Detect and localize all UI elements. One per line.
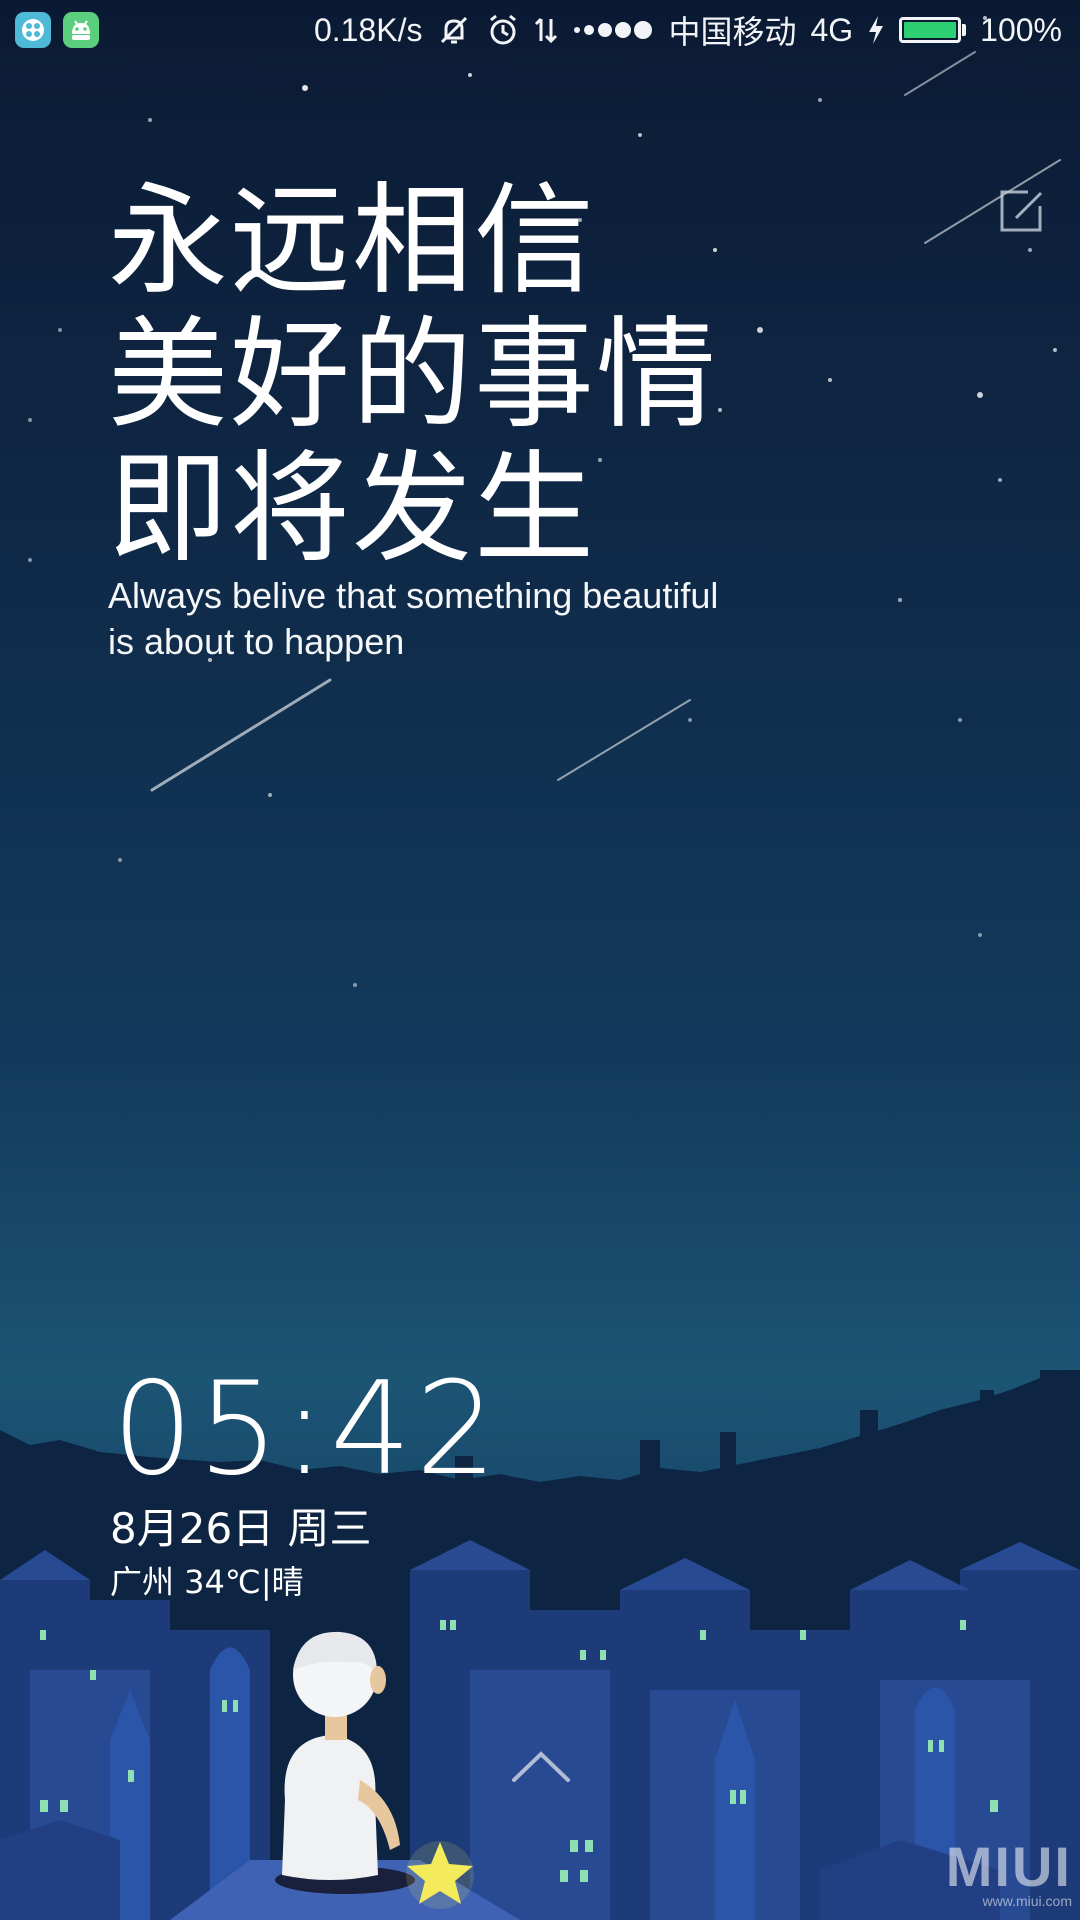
weather-text: 广州 34℃|晴 — [110, 1563, 304, 1601]
quote-en-line: Always belive that something beautiful — [108, 575, 719, 616]
data-transfer-icon — [534, 13, 558, 47]
chevron-up-icon[interactable] — [510, 1748, 572, 1784]
battery-icon — [899, 17, 967, 43]
edit-icon[interactable] — [998, 188, 1044, 234]
net-speed: 0.18K/s — [313, 11, 423, 48]
status-right-group: 0.18K/s 中国移动 4G 100% — [313, 10, 1062, 51]
android-app-icon — [63, 12, 99, 48]
game-app-icon — [15, 12, 51, 48]
quote-cn-line: 美好的事情 — [108, 306, 718, 445]
quote-en-line: is about to happen — [108, 621, 405, 662]
charging-bolt-icon — [867, 14, 885, 46]
quote-cn-line: 即将发生 — [108, 440, 596, 579]
status-bar: 0.18K/s 中国移动 4G 100% — [0, 0, 1080, 60]
quote-chinese: 永远相信 美好的事情 即将发生 — [108, 175, 718, 577]
alarm-icon — [486, 13, 520, 47]
carrier-name: 中国移动 — [668, 14, 797, 50]
quote-english: Always belive that something beautiful i… — [108, 573, 748, 665]
signal-dots-icon — [572, 18, 654, 42]
miui-watermark: MIUI www.miui.com — [945, 1835, 1072, 1909]
clock-time: 05:42 — [112, 1355, 501, 1504]
date-text: 8月26日 周三 — [110, 1504, 372, 1553]
lock-screen: 0.18K/s 中国移动 4G 100% 永远相信 美好的事情 即将发生 Alw… — [0, 0, 1080, 1920]
network-type: 4G — [810, 11, 854, 48]
battery-percent: 100% — [980, 11, 1062, 48]
battery-fill — [904, 22, 957, 38]
quote-cn-line: 永远相信 — [108, 172, 596, 311]
mute-bell-icon — [436, 12, 472, 48]
miui-logo-text: MIUI — [945, 1835, 1072, 1898]
